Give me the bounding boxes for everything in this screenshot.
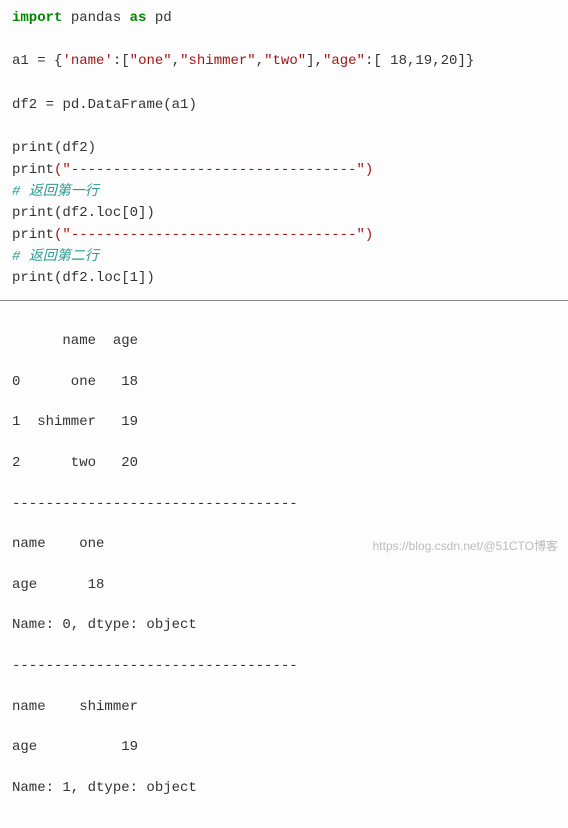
code-line-print-df2: print(df2) [12,138,556,160]
str-sep: ("----------------------------------") [54,227,373,243]
brace-close: } [466,53,474,69]
str-sep: ("----------------------------------") [54,162,373,178]
arg-loc1: (df2.loc[1]) [54,270,155,286]
num-19: 19 [415,53,432,69]
output-row-0: 0 one 18 [12,372,556,392]
str-one: "one" [130,53,172,69]
code-block: import pandas as pd a1 = {'name':["one",… [0,0,568,301]
alias-pd: pd [155,10,172,26]
op-comma: , [172,53,180,69]
watermark-text: https://blog.csdn.net/@51CTO博客 [373,537,558,554]
bracket-close: ] [306,53,314,69]
fn-print: print [12,162,54,178]
output-header: name age [12,331,556,351]
num-20: 20 [441,53,458,69]
fn-print: print [12,205,54,221]
bracket-close: ] [457,53,465,69]
output-loc1-age: age 19 [12,737,556,757]
str-age-key: "age" [323,53,365,69]
code-line-print-sep1: print("---------------------------------… [12,160,556,182]
arg-loc0: (df2.loc[0]) [54,205,155,221]
fn-print: print [12,140,54,156]
op-comma: , [256,53,264,69]
bracket-open: [ [121,53,129,69]
str-name-key: 'name' [62,53,112,69]
output-sep-2: ---------------------------------- [12,656,556,676]
op-comma: , [315,53,323,69]
code-comment-row2: # 返回第二行 [12,247,556,269]
code-line-import: import pandas as pd [12,8,556,30]
fn-print: print [12,270,54,286]
fn-print: print [12,227,54,243]
arg-df2: (df2) [54,140,96,156]
code-line-print-sep2: print("---------------------------------… [12,225,556,247]
var-a1: a1 [12,53,29,69]
output-block: name age 0 one 18 1 shimmer 19 2 two 20 … [0,301,568,828]
code-line-a1: a1 = {'name':["one","shimmer","two"],"ag… [12,51,556,73]
op-eq: = [29,53,54,69]
bracket-open: [ [373,53,381,69]
output-row-1: 1 shimmer 19 [12,412,556,432]
op-eq: = [37,97,62,113]
var-df2: df2 [12,97,37,113]
keyword-as: as [130,10,147,26]
code-line-print-loc0: print(df2.loc[0]) [12,203,556,225]
str-shimmer: "shimmer" [180,53,256,69]
output-loc1-dtype: Name: 1, dtype: object [12,778,556,798]
keyword-import: import [12,10,62,26]
output-loc0-age: age 18 [12,575,556,595]
str-two: "two" [264,53,306,69]
op-colon: : [113,53,121,69]
code-comment-row1: # 返回第一行 [12,182,556,204]
code-line-print-loc1: print(df2.loc[1]) [12,268,556,290]
op-comma: , [432,53,440,69]
call-dataframe: pd.DataFrame(a1) [62,97,196,113]
output-loc0-dtype: Name: 0, dtype: object [12,615,556,635]
output-row-2: 2 two 20 [12,453,556,473]
code-line-df2: df2 = pd.DataFrame(a1) [12,95,556,117]
output-loc1-name: name shimmer [12,697,556,717]
num-18: 18 [382,53,407,69]
output-sep-1: ---------------------------------- [12,494,556,514]
module-pandas: pandas [71,10,121,26]
